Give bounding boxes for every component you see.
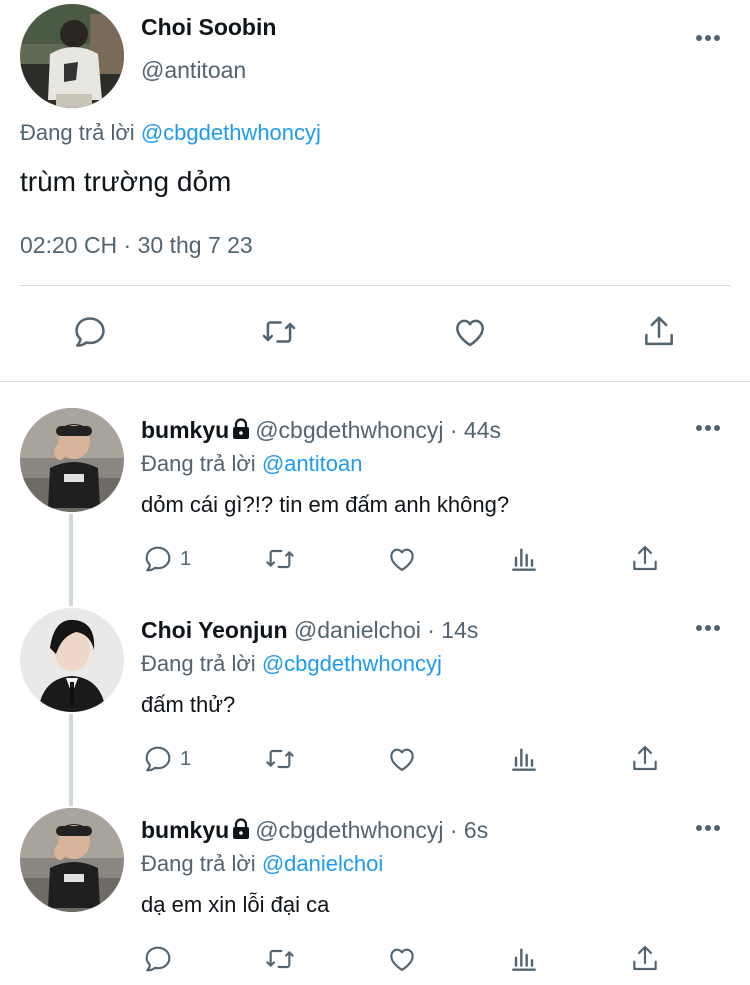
like-button[interactable] bbox=[386, 943, 418, 975]
divider bbox=[20, 285, 730, 286]
replying-to-prefix: Đang trả lời bbox=[141, 651, 262, 676]
retweet-icon bbox=[266, 949, 294, 969]
handle[interactable]: @cbgdethwhoncyj bbox=[255, 417, 443, 443]
tweet-text: trùm trường dỏm bbox=[20, 166, 232, 197]
share-icon bbox=[633, 545, 657, 571]
more-options-button[interactable] bbox=[693, 618, 723, 638]
replying-to-prefix: Đang trả lời bbox=[141, 451, 262, 476]
reply-button[interactable]: 1 bbox=[142, 743, 191, 775]
like-icon bbox=[456, 319, 484, 347]
reply-button[interactable]: 1 bbox=[142, 543, 191, 575]
share-button[interactable] bbox=[629, 943, 661, 975]
avatar[interactable] bbox=[20, 4, 124, 108]
more-options-button[interactable] bbox=[693, 818, 723, 838]
handle[interactable]: @antitoan bbox=[141, 57, 246, 84]
like-icon bbox=[390, 948, 414, 971]
reply-count: 1 bbox=[180, 747, 192, 770]
views-button[interactable] bbox=[508, 743, 540, 775]
share-icon bbox=[633, 745, 657, 771]
reply-icon bbox=[145, 746, 171, 772]
retweet-icon bbox=[262, 321, 296, 343]
thread-line bbox=[69, 514, 73, 606]
reply-icon bbox=[145, 946, 171, 972]
avatar[interactable] bbox=[20, 608, 124, 712]
replying-to-prefix: Đang trả lời bbox=[20, 120, 141, 145]
more-icon bbox=[696, 35, 720, 41]
retweet-button[interactable] bbox=[264, 743, 296, 775]
avatar[interactable] bbox=[20, 408, 124, 512]
like-icon bbox=[390, 748, 414, 771]
replying-to-prefix: Đang trả lời bbox=[141, 851, 262, 876]
more-icon bbox=[696, 425, 720, 431]
replying-to: Đang trả lời @antitoan bbox=[141, 451, 362, 477]
retweet-button[interactable] bbox=[264, 543, 296, 575]
replying-to-link[interactable]: @cbgdethwhoncyj bbox=[262, 651, 442, 676]
reply-icon bbox=[75, 317, 105, 347]
like-button[interactable] bbox=[386, 743, 418, 775]
reply-button[interactable] bbox=[71, 313, 109, 351]
views-button[interactable] bbox=[508, 543, 540, 575]
replying-to-link[interactable]: @antitoan bbox=[262, 451, 363, 476]
like-button[interactable] bbox=[386, 543, 418, 575]
lock-icon bbox=[233, 818, 250, 839]
replying-to: Đang trả lời @cbgdethwhoncyj bbox=[20, 120, 321, 146]
tweet-text: đấm thử? bbox=[141, 692, 236, 717]
handle[interactable]: @danielchoi bbox=[294, 617, 421, 643]
reply-header: bumkyu @cbgdethwhoncyj · 6s bbox=[141, 817, 488, 844]
retweet-icon bbox=[266, 549, 294, 569]
relative-time[interactable]: · 6s bbox=[443, 817, 488, 843]
display-name[interactable]: Choi Soobin bbox=[141, 14, 276, 41]
analytics-icon bbox=[512, 548, 536, 571]
more-options-button[interactable] bbox=[693, 418, 723, 438]
analytics-icon bbox=[512, 748, 536, 771]
avatar[interactable] bbox=[20, 808, 124, 912]
share-button[interactable] bbox=[640, 313, 678, 351]
replying-to: Đang trả lời @danielchoi bbox=[141, 851, 383, 877]
more-icon bbox=[696, 825, 720, 831]
reply-header: bumkyu @cbgdethwhoncyj · 44s bbox=[141, 417, 501, 444]
more-options-button[interactable] bbox=[693, 28, 723, 48]
display-name[interactable]: Choi Yeonjun bbox=[141, 617, 288, 643]
share-button[interactable] bbox=[629, 543, 661, 575]
reply-count: 1 bbox=[180, 547, 192, 570]
like-button[interactable] bbox=[451, 313, 489, 351]
relative-time[interactable]: · 44s bbox=[443, 417, 501, 443]
thread-line bbox=[69, 714, 73, 806]
reply-button[interactable] bbox=[142, 943, 180, 975]
reply-icon bbox=[145, 546, 171, 572]
relative-time[interactable]: · 14s bbox=[421, 617, 478, 643]
retweet-icon bbox=[266, 749, 294, 769]
handle[interactable]: @cbgdethwhoncyj bbox=[255, 817, 443, 843]
display-name[interactable]: bumkyu bbox=[141, 417, 229, 443]
analytics-icon bbox=[512, 948, 536, 971]
tweet-text: dỏm cái gì?!? tin em đấm anh không? bbox=[141, 492, 510, 517]
share-icon bbox=[645, 316, 673, 346]
share-icon bbox=[633, 945, 657, 971]
replying-to-link[interactable]: @cbgdethwhoncyj bbox=[141, 120, 321, 145]
reply-header: Choi Yeonjun @danielchoi · 14s bbox=[141, 617, 478, 644]
tweet-text: dạ em xin lỗi đại ca bbox=[141, 892, 330, 917]
lock-icon bbox=[233, 418, 250, 439]
share-button[interactable] bbox=[629, 743, 661, 775]
retweet-button[interactable] bbox=[264, 943, 296, 975]
section-divider bbox=[0, 381, 750, 382]
retweet-button[interactable] bbox=[260, 313, 298, 351]
more-icon bbox=[696, 625, 720, 631]
timestamp[interactable]: 02:20 CH · 30 thg 7 23 bbox=[20, 232, 253, 259]
replying-to-link[interactable]: @danielchoi bbox=[262, 851, 383, 876]
views-button[interactable] bbox=[508, 943, 540, 975]
like-icon bbox=[390, 548, 414, 571]
replying-to: Đang trả lời @cbgdethwhoncyj bbox=[141, 651, 442, 677]
display-name[interactable]: bumkyu bbox=[141, 817, 229, 843]
